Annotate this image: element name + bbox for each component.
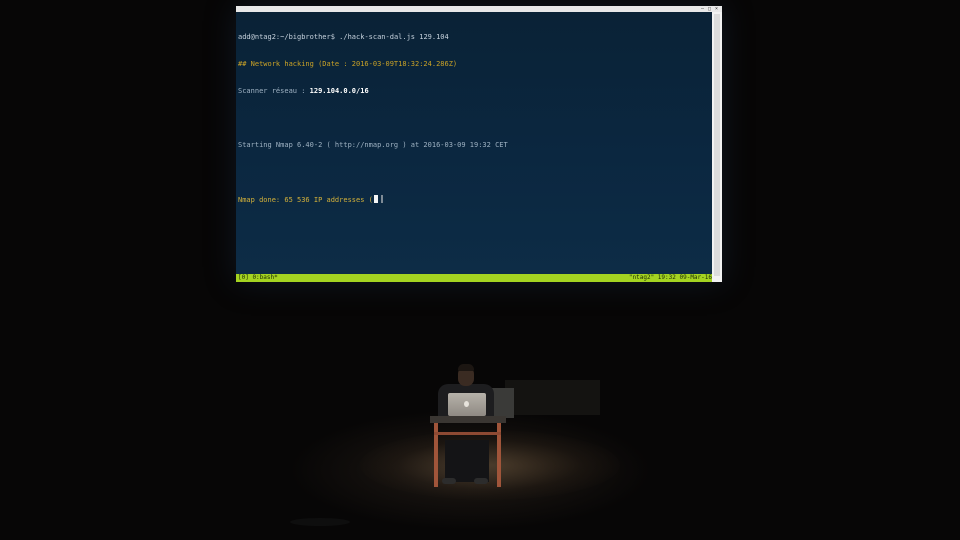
desk-top (430, 416, 506, 423)
floor-tape-mark (290, 518, 350, 526)
stage-scene: – □ × add@ntag2:~/bigbrother$ ./hack-sca… (0, 0, 960, 540)
shell-prompt: add@ntag2:~/bigbrother$ (238, 33, 335, 41)
presenter-hair (458, 364, 474, 371)
nmap-done-line: Nmap done: 65 536 IP addresses ( (238, 195, 508, 204)
network-hacking-header: ## Network hacking (Date : 2016-03-09T18… (238, 60, 458, 68)
stage-bench (505, 380, 600, 415)
cursor-ghost (380, 195, 383, 203)
terminal-scrollbar[interactable] (712, 12, 722, 282)
left-shoe (442, 478, 456, 484)
nmap-done-text: Nmap done: 65 536 IP addresses ( (238, 196, 373, 204)
scrollbar-thumb[interactable] (714, 14, 720, 276)
apple-logo-icon (464, 401, 469, 407)
command-line: add@ntag2:~/bigbrother$ ./hack-scan-dal.… (238, 33, 508, 42)
scanner-value: 129.104.0.0/16 (309, 87, 369, 95)
spotlight-pool (360, 430, 620, 500)
cursor-block (373, 195, 378, 203)
tmux-window-list[interactable]: [0] 0:bash* (236, 274, 278, 282)
command-text: ./hack-scan-dal.js 129.104 (334, 33, 449, 41)
right-shoe (474, 478, 488, 484)
laptop (448, 393, 486, 416)
projected-terminal-window: – □ × add@ntag2:~/bigbrother$ ./hack-sca… (236, 6, 722, 282)
terminal-area[interactable]: add@ntag2:~/bigbrother$ ./hack-scan-dal.… (236, 12, 712, 274)
tmux-host-clock: "ntag2" 19:32 09-Mar-16 (628, 274, 712, 281)
desk-crossbar (434, 432, 501, 435)
tmux-status-bar: [0] 0:bash* "ntag2" 19:32 09-Mar-16 (236, 274, 712, 282)
terminal-output: add@ntag2:~/bigbrother$ ./hack-scan-dal.… (238, 15, 508, 222)
presenter-legs (445, 440, 489, 482)
scanner-label: Scanner réseau : (238, 87, 310, 95)
nmap-start-line: Starting Nmap 6.40-2 ( http://nmap.org )… (238, 141, 508, 149)
scanner-line: Scanner réseau : 129.104.0.0/16 (238, 87, 508, 96)
